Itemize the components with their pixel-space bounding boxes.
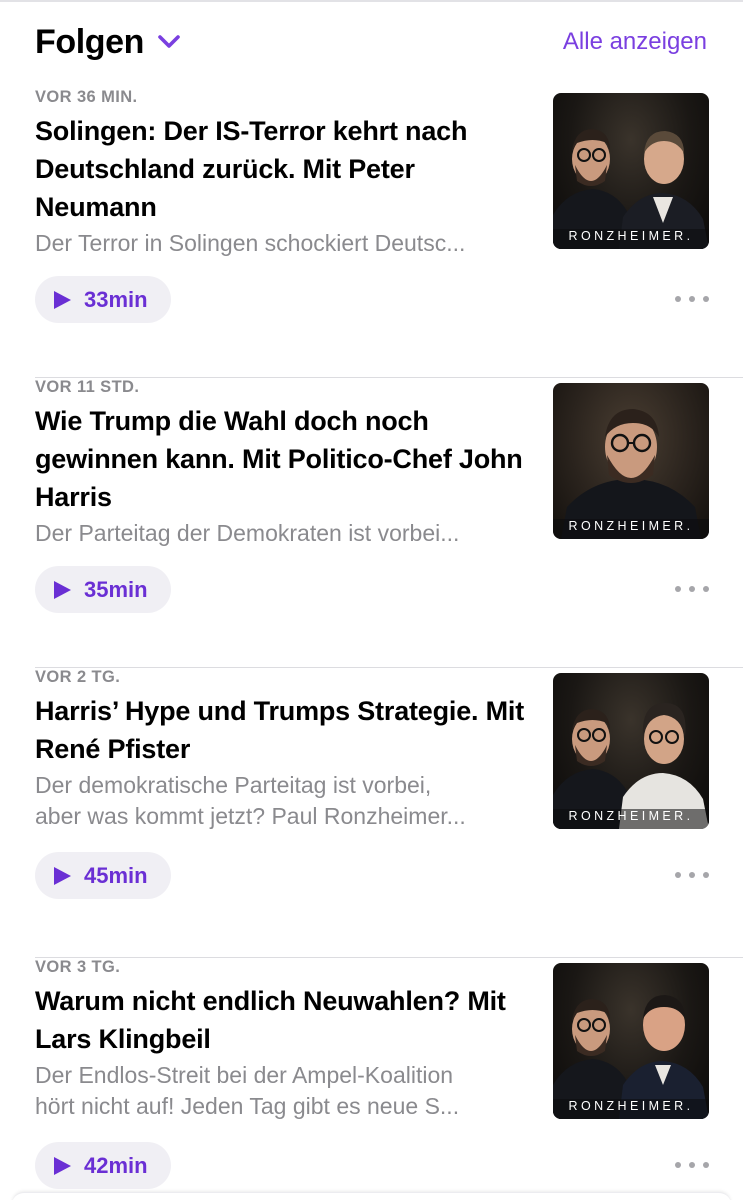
two-hosts-portrait-icon: [553, 703, 709, 829]
episode-description: Der Endlos-Streit bei der Ampel-Koalitio…: [35, 1062, 454, 1088]
episode-title[interactable]: Warum nicht endlich Neuwahlen? Mit Lars …: [35, 982, 535, 1058]
play-icon: [54, 1156, 71, 1175]
episodes-screen: Folgen Alle anzeigen VOR 36 MIN. Solinge…: [0, 0, 743, 1200]
play-icon: [54, 580, 71, 599]
episode-description: Der Parteitag der Demokraten ist vorbei.…: [35, 520, 460, 546]
episode-duration: 42min: [84, 1152, 148, 1178]
chevron-down-icon: [158, 35, 180, 48]
play-button[interactable]: 45min: [35, 852, 171, 899]
two-hosts-portrait-icon: [553, 995, 709, 1119]
ellipsis-icon: [675, 872, 681, 878]
episode-duration: 33min: [84, 286, 148, 312]
episode-artwork[interactable]: RONZHEIMER.: [553, 673, 709, 829]
episode-artwork[interactable]: RONZHEIMER.: [553, 93, 709, 249]
artwork-brand: RONZHEIMER.: [568, 809, 694, 823]
play-icon: [54, 866, 71, 885]
episode-artwork[interactable]: RONZHEIMER.: [553, 383, 709, 539]
episode-date: VOR 11 STD.: [35, 378, 140, 396]
two-hosts-portrait-icon: [553, 129, 709, 249]
episode-date: VOR 3 TG.: [35, 958, 121, 976]
episode-row[interactable]: VOR 2 TG. Harris’ Hype und Trumps Strate…: [0, 668, 743, 958]
more-options-button[interactable]: [675, 865, 709, 885]
episode-duration: 45min: [84, 862, 148, 888]
play-button[interactable]: 35min: [35, 566, 171, 613]
artwork-brand: RONZHEIMER.: [568, 1099, 694, 1113]
play-button[interactable]: 33min: [35, 276, 171, 323]
ellipsis-icon: [675, 296, 681, 302]
episode-row[interactable]: VOR 36 MIN. Solingen: Der IS-Terror kehr…: [0, 88, 743, 378]
see-all-link[interactable]: Alle anzeigen: [563, 28, 707, 56]
episode-artwork[interactable]: RONZHEIMER.: [553, 963, 709, 1119]
episode-row[interactable]: VOR 3 TG. Warum nicht endlich Neuwahlen?…: [0, 958, 743, 1200]
play-icon: [54, 290, 71, 309]
more-options-button[interactable]: [675, 289, 709, 309]
more-options-button[interactable]: [675, 1155, 709, 1175]
episode-title[interactable]: Wie Trump die Wahl doch noch gewinnen ka…: [35, 402, 535, 516]
artwork-brand: RONZHEIMER.: [568, 519, 694, 533]
episode-title[interactable]: Harris’ Hype und Trumps Strategie. Mit R…: [35, 692, 535, 768]
episode-date: VOR 36 MIN.: [35, 88, 138, 106]
play-button[interactable]: 42min: [35, 1142, 171, 1189]
episode-title[interactable]: Solingen: Der IS-Terror kehrt nach Deuts…: [35, 112, 535, 226]
host-portrait-icon: [553, 409, 709, 539]
episode-row[interactable]: VOR 11 STD. Wie Trump die Wahl doch noch…: [0, 378, 743, 668]
mini-player-edge: [12, 1192, 731, 1200]
top-separator: [0, 0, 743, 2]
episodes-filter-toggle[interactable]: Folgen: [35, 23, 182, 62]
episode-description-line-2: aber was kommt jetzt? Paul Ronzheimer...: [35, 803, 466, 829]
episode-description: Der demokratische Parteitag ist vorbei,: [35, 772, 432, 798]
section-header: Folgen Alle anzeigen: [35, 20, 707, 64]
episode-date: VOR 2 TG.: [35, 668, 121, 686]
more-options-button[interactable]: [675, 579, 709, 599]
artwork-brand: RONZHEIMER.: [568, 229, 694, 243]
ellipsis-icon: [675, 586, 681, 592]
episode-description-line-2: hört nicht auf! Jeden Tag gibt es neue S…: [35, 1093, 460, 1119]
ellipsis-icon: [675, 1162, 681, 1168]
episode-description: Der Terror in Solingen schockiert Deutsc…: [35, 230, 466, 256]
episode-duration: 35min: [84, 576, 148, 602]
episode-list: VOR 36 MIN. Solingen: Der IS-Terror kehr…: [0, 88, 743, 1200]
section-title: Folgen: [35, 22, 145, 61]
